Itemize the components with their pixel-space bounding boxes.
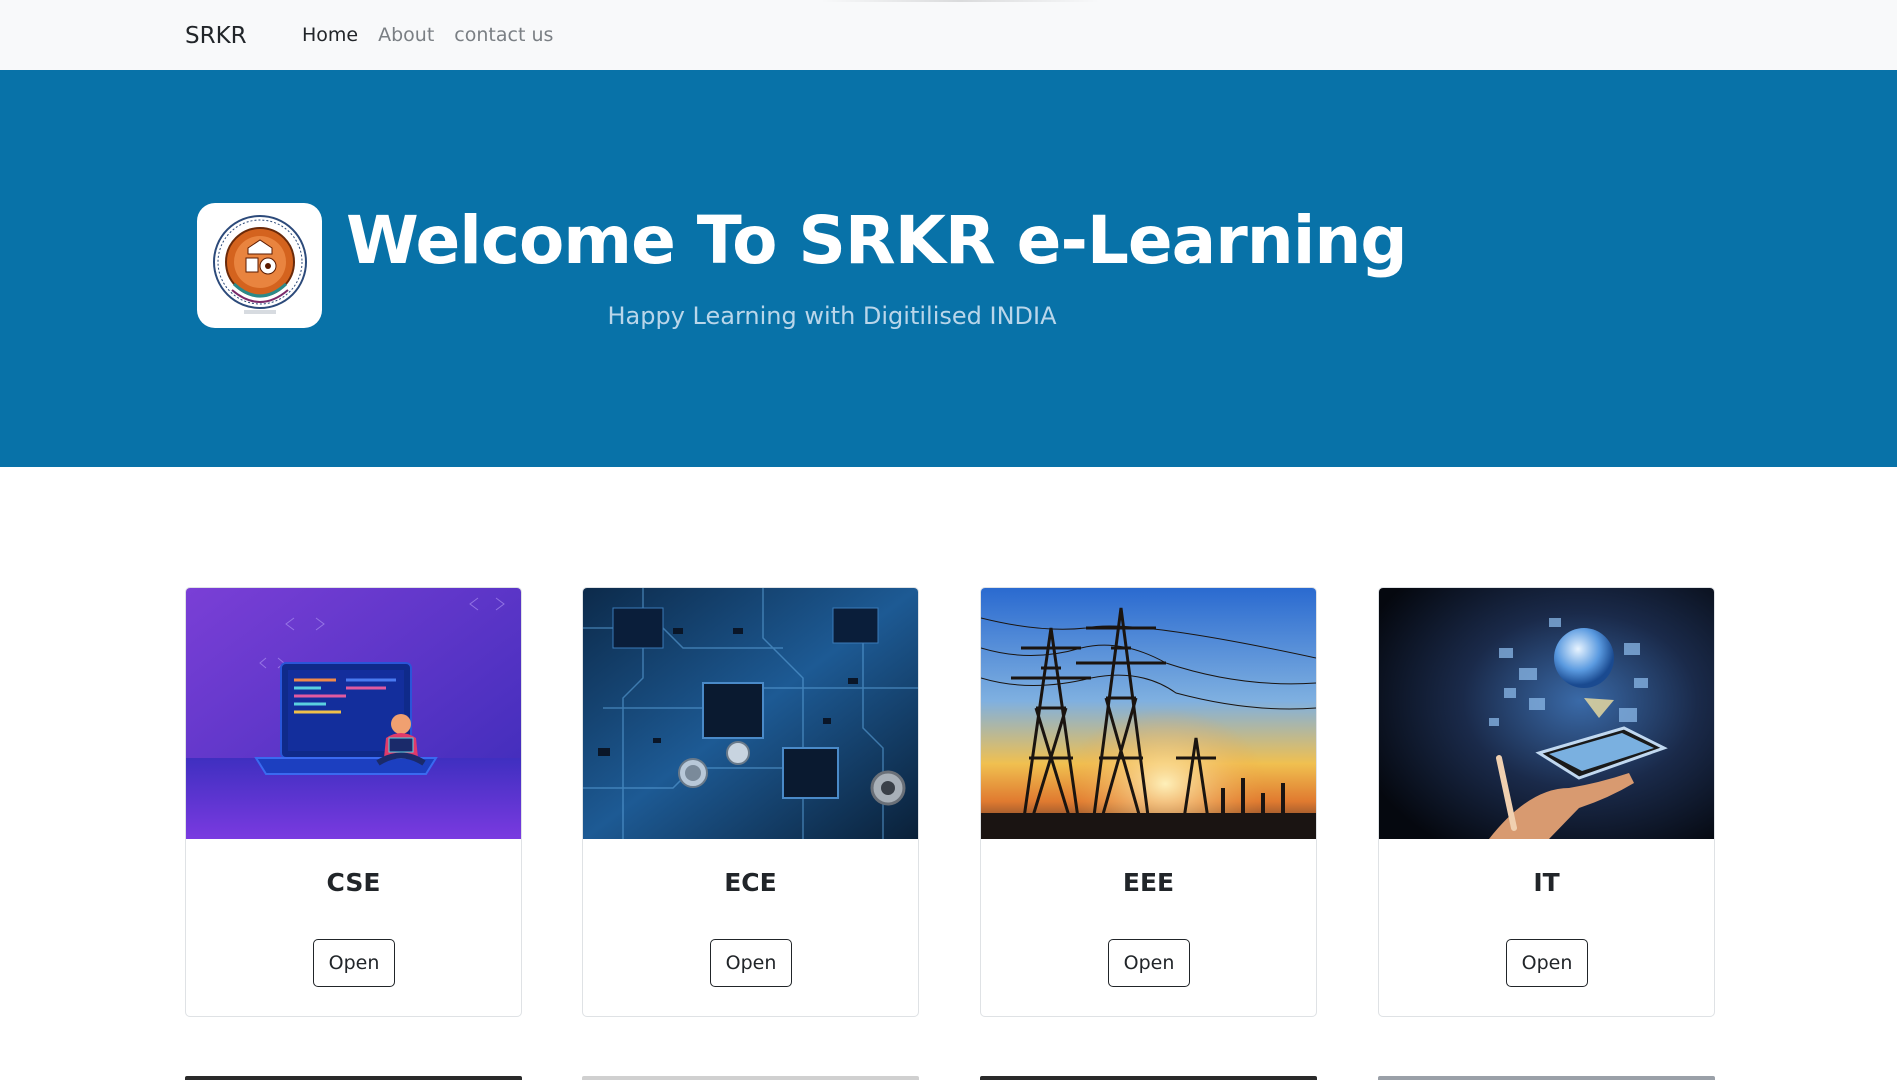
- top-navbar: SRKR Home About contact us: [0, 0, 1897, 70]
- navbar-brand[interactable]: SRKR: [185, 0, 247, 70]
- nav-link-about[interactable]: About: [368, 0, 444, 71]
- department-title: EEE: [1122, 868, 1175, 897]
- navbar-links: Home About contact us: [302, 0, 563, 70]
- college-logo: [197, 203, 322, 328]
- next-card-edge: [185, 1076, 522, 1080]
- college-seal-icon: [212, 214, 307, 314]
- navbar-shadow: [820, 0, 1100, 2]
- nav-link-contact[interactable]: contact us: [444, 0, 563, 71]
- next-card-edge: [980, 1076, 1317, 1080]
- hero-banner: Welcome To SRKR e-Learning Happy Learnin…: [0, 70, 1897, 467]
- next-card-edge: [582, 1076, 919, 1080]
- open-eee-button[interactable]: Open: [1108, 939, 1190, 987]
- page-subtitle: Happy Learning with Digitilised INDIA: [607, 302, 1057, 330]
- department-card-cse: CSE Open: [185, 587, 522, 1017]
- open-cse-button[interactable]: Open: [313, 939, 395, 987]
- cse-card-image: [186, 588, 521, 839]
- open-ece-button[interactable]: Open: [710, 939, 792, 987]
- department-title: CSE: [326, 868, 381, 897]
- department-card-ece: ECE Open: [582, 587, 919, 1017]
- page-title: Welcome To SRKR e-Learning: [346, 202, 1408, 279]
- department-card-eee: EEE Open: [980, 587, 1317, 1017]
- next-card-edge: [1378, 1076, 1715, 1080]
- nav-link-home[interactable]: Home: [302, 0, 368, 71]
- department-title: ECE: [724, 868, 777, 897]
- eee-card-image: [981, 588, 1316, 839]
- open-it-button[interactable]: Open: [1506, 939, 1588, 987]
- ece-card-image: [583, 588, 918, 839]
- department-title: IT: [1533, 868, 1560, 897]
- department-card-it: IT Open: [1378, 587, 1715, 1017]
- department-cards: CSE Open ECE Open EEE Open IT Open: [185, 587, 1715, 1017]
- it-card-image: [1379, 588, 1714, 839]
